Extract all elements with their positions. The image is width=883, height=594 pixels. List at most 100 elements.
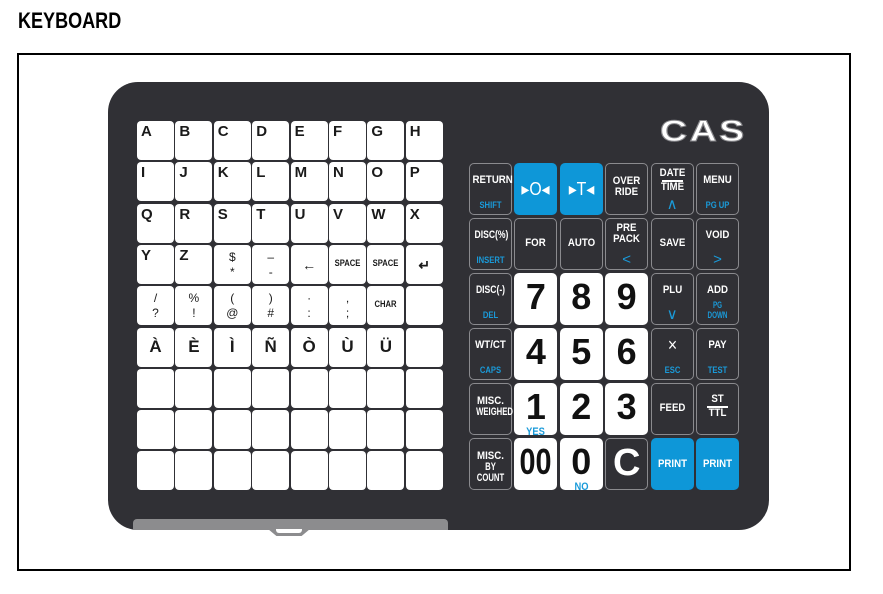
key-symbol[interactable]: ) # bbox=[252, 286, 290, 326]
key-st-ttl-button[interactable]: ST TTL bbox=[696, 383, 739, 435]
key-disc-button[interactable]: DISC(%) INSERT bbox=[469, 218, 512, 270]
key-blank[interactable] bbox=[405, 368, 443, 408]
key-wtct-button[interactable]: WT/CT CAPS bbox=[469, 328, 512, 380]
key-blank[interactable] bbox=[329, 368, 366, 408]
key-[interactable]: Ü bbox=[367, 327, 405, 367]
key-save-button[interactable]: SAVE bbox=[650, 218, 694, 270]
key-misc-bycount-button[interactable]: MISC. BY COUNT bbox=[469, 438, 512, 490]
key-blank[interactable] bbox=[405, 410, 443, 450]
key-blank[interactable] bbox=[252, 410, 290, 450]
key-j[interactable]: J bbox=[175, 162, 213, 202]
key-date-time-button[interactable]: DATE TIME ∧ bbox=[650, 163, 694, 215]
key-disc--button[interactable]: DISC(-) DEL bbox=[469, 273, 512, 325]
key-g[interactable]: G bbox=[367, 121, 405, 160]
key-blank[interactable] bbox=[405, 451, 443, 491]
key-7-button[interactable]: 7 bbox=[514, 273, 558, 325]
key-print-button[interactable]: PRINT bbox=[650, 438, 694, 490]
key-l[interactable]: L bbox=[252, 162, 290, 202]
key-blank[interactable] bbox=[137, 368, 174, 408]
key-menu-button[interactable]: MENU PG UP bbox=[696, 163, 739, 215]
key-print-button[interactable]: PRINT bbox=[696, 438, 739, 490]
key-symbol[interactable]: – - bbox=[252, 244, 290, 284]
key-symbol[interactable]: %! bbox=[175, 286, 213, 326]
key-2-button[interactable]: 2 bbox=[559, 383, 603, 435]
key-blank[interactable] bbox=[405, 286, 443, 326]
key-w[interactable]: W bbox=[367, 203, 405, 243]
key-char[interactable]: CHAR bbox=[367, 286, 405, 326]
key-blank[interactable] bbox=[329, 451, 366, 491]
key-misc-weighed-button[interactable]: MISC. WEIGHED bbox=[469, 383, 513, 435]
key-r[interactable]: R bbox=[175, 203, 213, 243]
key-n[interactable]: N bbox=[329, 162, 366, 202]
key-e[interactable]: E bbox=[290, 121, 328, 160]
key-0-button[interactable]: 0 NO bbox=[559, 438, 603, 493]
key-symbol[interactable]: (@ bbox=[213, 286, 251, 326]
key-blank[interactable] bbox=[137, 410, 174, 450]
key-blank[interactable] bbox=[252, 451, 290, 491]
key-y[interactable]: Y bbox=[137, 244, 174, 284]
key-q[interactable]: Q bbox=[137, 203, 174, 243]
key--button[interactable]: × ESC bbox=[650, 328, 694, 380]
key-symbol[interactable]: ·: bbox=[290, 286, 328, 326]
key-[interactable]: Ò bbox=[290, 327, 328, 367]
key-f[interactable]: F bbox=[329, 121, 366, 160]
key-h[interactable]: H bbox=[405, 121, 443, 160]
key-blank[interactable] bbox=[367, 451, 405, 491]
key-add-button[interactable]: ADD PG DOWN bbox=[696, 273, 739, 325]
key-void-button[interactable]: VOID > bbox=[696, 218, 739, 270]
key-t[interactable]: T bbox=[252, 203, 290, 243]
key-blank[interactable] bbox=[405, 327, 443, 367]
key-symbol[interactable]: ,; bbox=[329, 286, 366, 326]
key-a[interactable]: A bbox=[137, 121, 174, 160]
key-o[interactable]: O bbox=[367, 162, 405, 202]
key-[interactable]: Ù bbox=[329, 327, 366, 367]
key-00-button[interactable]: 00 bbox=[514, 438, 558, 490]
key-[interactable]: Ñ bbox=[252, 327, 290, 367]
key-blank[interactable] bbox=[175, 368, 213, 408]
key-space[interactable]: SPACE bbox=[329, 244, 366, 284]
key-d[interactable]: D bbox=[252, 121, 290, 160]
key-blank[interactable] bbox=[290, 410, 328, 450]
zero-key[interactable]: ▸O◂ bbox=[514, 163, 558, 215]
key-c-button[interactable]: C bbox=[605, 438, 649, 490]
key-c[interactable]: C bbox=[213, 121, 251, 160]
key-blank[interactable] bbox=[137, 451, 174, 491]
key-for-button[interactable]: FOR bbox=[514, 218, 558, 270]
key-s[interactable]: S bbox=[213, 203, 251, 243]
key-1-button[interactable]: 1 YES bbox=[514, 383, 558, 438]
tare-key[interactable]: ▸T◂ bbox=[559, 163, 603, 215]
key-blank[interactable] bbox=[175, 451, 213, 491]
key-blank[interactable] bbox=[252, 368, 290, 408]
key-arrow[interactable]: ↵ bbox=[405, 244, 443, 284]
key-arrow[interactable]: ← bbox=[290, 244, 328, 284]
key-blank[interactable] bbox=[213, 368, 251, 408]
key-blank[interactable] bbox=[290, 451, 328, 491]
key-z[interactable]: Z bbox=[175, 244, 213, 284]
key-k[interactable]: K bbox=[213, 162, 251, 202]
key-8-button[interactable]: 8 bbox=[559, 273, 603, 325]
key-feed-button[interactable]: FEED bbox=[650, 383, 694, 435]
key-return-button[interactable]: RETURN SHIFT bbox=[469, 163, 513, 215]
key-[interactable]: È bbox=[175, 327, 213, 367]
key-4-button[interactable]: 4 bbox=[514, 328, 558, 380]
key-symbol[interactable]: /? bbox=[137, 286, 174, 326]
key-i[interactable]: I bbox=[137, 162, 174, 202]
key-v[interactable]: V bbox=[329, 203, 366, 243]
key-blank[interactable] bbox=[329, 410, 366, 450]
key-blank[interactable] bbox=[367, 368, 405, 408]
key-5-button[interactable]: 5 bbox=[559, 328, 603, 380]
key-blank[interactable] bbox=[290, 368, 328, 408]
key-blank[interactable] bbox=[367, 410, 405, 450]
key-plu-button[interactable]: PLU ∨ bbox=[650, 273, 694, 325]
key-p[interactable]: P bbox=[405, 162, 443, 202]
key-blank[interactable] bbox=[213, 451, 251, 491]
key-3-button[interactable]: 3 bbox=[605, 383, 649, 435]
key-[interactable]: À bbox=[137, 327, 174, 367]
key-9-button[interactable]: 9 bbox=[605, 273, 649, 325]
key-symbol[interactable]: $ * bbox=[213, 244, 251, 284]
key-u[interactable]: U bbox=[290, 203, 328, 243]
key-pay-button[interactable]: PAY TEST bbox=[696, 328, 739, 380]
key-[interactable]: Ì bbox=[213, 327, 251, 367]
key-pre-pack-button[interactable]: PRE PACK < bbox=[605, 218, 649, 270]
key-auto-button[interactable]: AUTO bbox=[559, 218, 603, 270]
